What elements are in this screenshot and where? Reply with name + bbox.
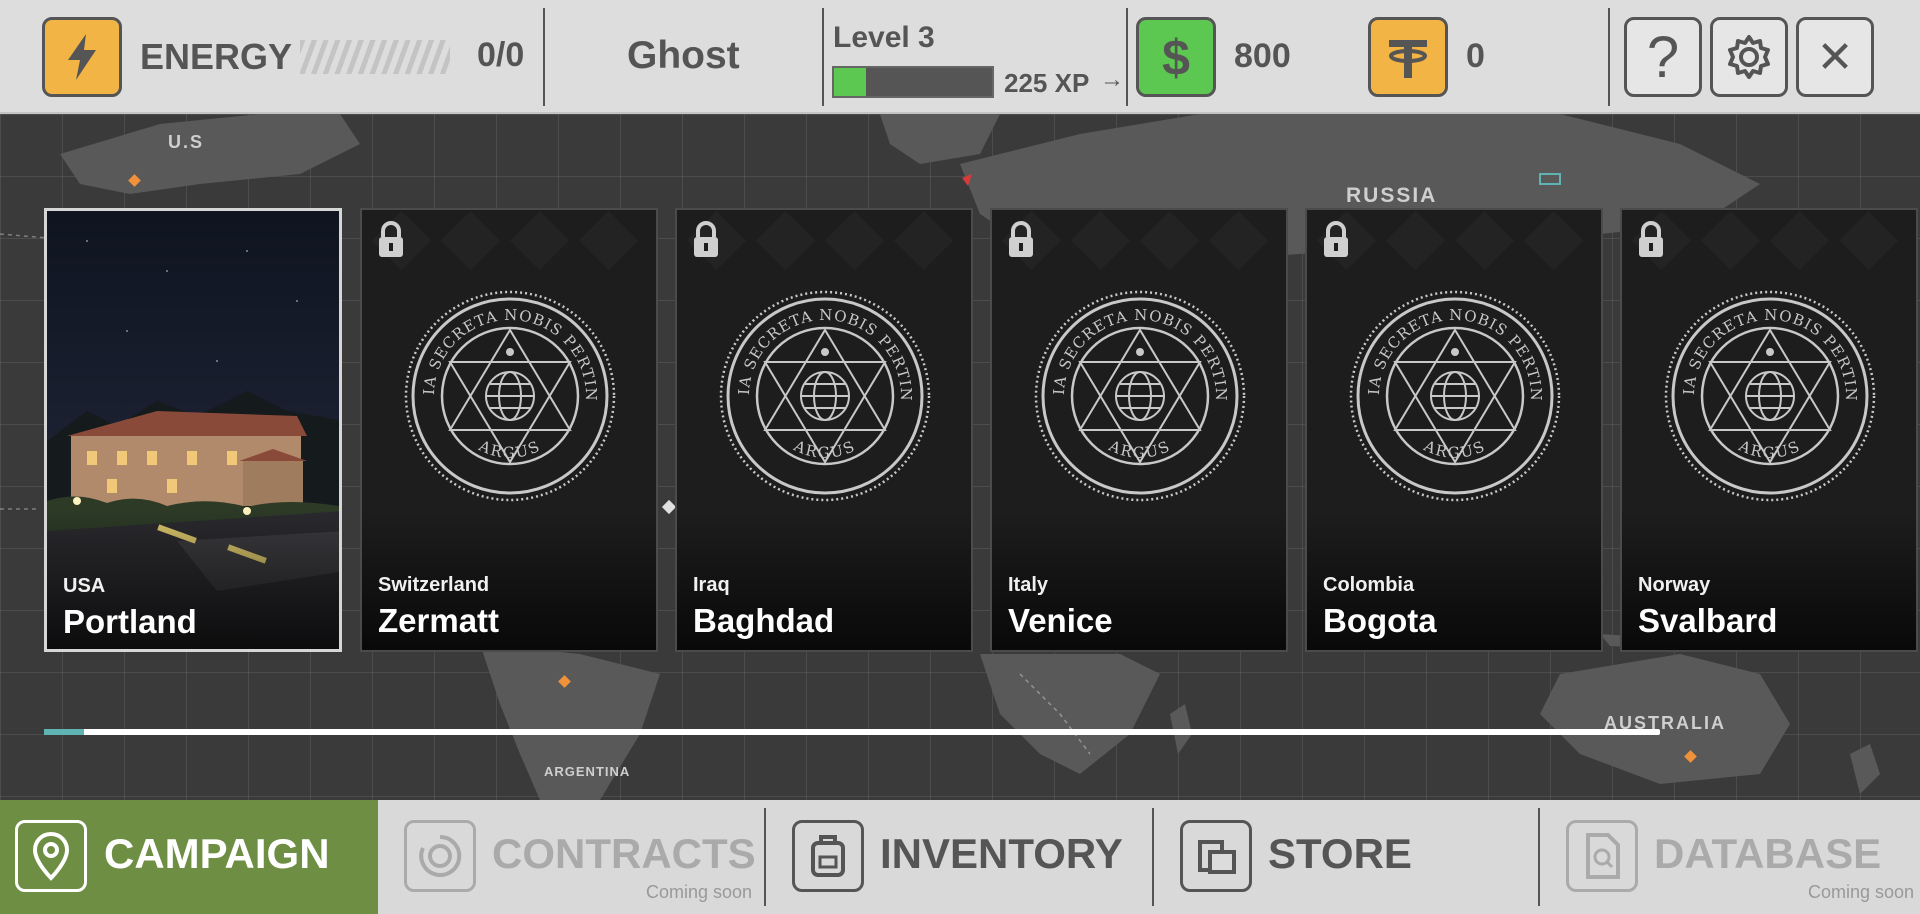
mission-scrollbar-track[interactable] xyxy=(44,729,1660,735)
energy-button[interactable] xyxy=(42,17,122,97)
mission-city: Zermatt xyxy=(378,602,500,639)
tether-value: 0 xyxy=(1466,37,1485,75)
xp-progress-bar xyxy=(832,66,994,98)
argus-seal-emblem: OMNIA SECRETA NOBIS PERTINENT ARGUS xyxy=(404,290,616,502)
svg-text:OMNIA SECRETA NOBIS PERTINENT: OMNIA SECRETA NOBIS PERTINENT xyxy=(1664,290,1860,402)
lock-icon xyxy=(1639,221,1663,257)
mission-city: Venice xyxy=(1008,602,1113,639)
nav-store-label: STORE xyxy=(1268,830,1412,877)
lightning-icon xyxy=(68,34,96,80)
energy-label: ENERGY xyxy=(140,36,293,77)
mission-country: Switzerland xyxy=(378,574,490,596)
tether-button[interactable] xyxy=(1368,17,1448,97)
bottom-nav: CAMPAIGN CONTRACTS Coming soon INVENTORY xyxy=(0,800,1920,914)
cash-value: 800 xyxy=(1234,37,1291,75)
svg-text:OMNIA SECRETA NOBIS PERTINENT: OMNIA SECRETA NOBIS PERTINENT xyxy=(1034,290,1230,402)
game-screen: ENERGY 0/0 Ghost Level 3 225 XP → $ 800 … xyxy=(0,0,1920,914)
top-bar: ENERGY 0/0 Ghost Level 3 225 XP → $ 800 … xyxy=(0,0,1920,114)
nav-database-label: DATABASE xyxy=(1654,830,1882,877)
svg-text:OMNIA SECRETA NOBIS PERTINENT: OMNIA SECRETA NOBIS PERTINENT xyxy=(404,290,600,402)
database-icon xyxy=(1566,820,1638,892)
svg-text:ARGUS: ARGUS xyxy=(1735,436,1804,462)
close-button[interactable]: ✕ xyxy=(1796,17,1874,97)
mission-card-venice[interactable]: OMNIA SECRETA NOBIS PERTINENT ARGUS Ital… xyxy=(990,208,1288,652)
argus-seal-emblem: OMNIA SECRETA NOBIS PERTINENT ARGUS xyxy=(1664,290,1876,502)
svg-text:ARGUS: ARGUS xyxy=(1105,436,1174,462)
xp-text: 225 XP xyxy=(1004,68,1090,98)
player-name: Ghost xyxy=(627,34,740,77)
nav-campaign-label: CAMPAIGN xyxy=(104,830,330,877)
energy-meter xyxy=(300,40,450,74)
mission-country: Colombia xyxy=(1323,574,1415,596)
map-label-us: U.S xyxy=(168,132,205,152)
help-button[interactable]: ? xyxy=(1624,17,1702,97)
nav-store[interactable]: STORE xyxy=(1152,800,1538,914)
mission-card-zermatt[interactable]: OMNIA SECRETA NOBIS PERTINENT ARGUS Swit… xyxy=(360,208,658,652)
argus-seal-emblem: OMNIA SECRETA NOBIS PERTINENT ARGUS xyxy=(719,290,931,502)
mission-city: Svalbard xyxy=(1638,602,1778,639)
dollar-icon: $ xyxy=(1162,30,1190,85)
mission-card-portland[interactable]: USA Portland xyxy=(44,208,342,652)
svg-text:$: $ xyxy=(1162,30,1190,85)
backpack-icon xyxy=(792,820,864,892)
mission-country: Norway xyxy=(1638,574,1711,596)
mission-card-svalbard[interactable]: OMNIA SECRETA NOBIS PERTINENT ARGUS Norw… xyxy=(1620,208,1918,652)
nav-campaign[interactable]: CAMPAIGN xyxy=(0,800,378,914)
mission-country: Iraq xyxy=(693,574,730,596)
svg-text:OMNIA SECRETA NOBIS PERTINENT: OMNIA SECRETA NOBIS PERTINENT xyxy=(1349,290,1545,402)
svg-text:ARGUS: ARGUS xyxy=(475,436,544,462)
tether-icon xyxy=(1389,40,1427,78)
contracts-coming-soon: Coming soon xyxy=(646,882,753,902)
mission-city: Baghdad xyxy=(693,602,835,639)
mission-card-bogota[interactable]: OMNIA SECRETA NOBIS PERTINENT ARGUS Colo… xyxy=(1305,208,1603,652)
xp-arrow-icon: → xyxy=(1100,66,1124,93)
lock-icon xyxy=(1009,221,1033,257)
cash-button[interactable]: $ xyxy=(1136,17,1216,97)
gear-icon xyxy=(1728,35,1770,79)
svg-text:ARGUS: ARGUS xyxy=(1420,436,1489,462)
svg-text:ARGUS: ARGUS xyxy=(790,436,859,462)
lock-icon xyxy=(694,221,718,257)
close-icon: ✕ xyxy=(1816,32,1854,82)
lock-icon xyxy=(1324,221,1348,257)
nav-inventory[interactable]: INVENTORY xyxy=(764,800,1152,914)
mission-city: Bogota xyxy=(1323,602,1437,639)
mission-scrollbar-thumb[interactable] xyxy=(44,729,84,735)
database-coming-soon: Coming soon xyxy=(1808,882,1915,902)
argus-seal-emblem: OMNIA SECRETA NOBIS PERTINENT ARGUS xyxy=(1034,290,1246,502)
settings-button[interactable] xyxy=(1710,17,1788,97)
mission-card-baghdad[interactable]: OMNIA SECRETA NOBIS PERTINENT ARGUS Iraq… xyxy=(675,208,973,652)
nav-contracts-label: CONTRACTS xyxy=(492,830,756,877)
xp-progress-fill xyxy=(834,68,866,96)
mission-city: Portland xyxy=(63,603,197,640)
contracts-icon xyxy=(404,820,476,892)
mission-country: Italy xyxy=(1008,574,1049,596)
lock-icon xyxy=(379,221,403,257)
mission-country: USA xyxy=(63,575,106,597)
map-pin-icon xyxy=(15,820,87,892)
map-label-argentina: ARGENTINA xyxy=(544,764,631,779)
level-label: Level 3 xyxy=(833,21,935,54)
svg-text:OMNIA SECRETA NOBIS PERTINENT: OMNIA SECRETA NOBIS PERTINENT xyxy=(719,290,915,402)
store-icon xyxy=(1180,820,1252,892)
energy-value: 0/0 xyxy=(477,36,525,74)
argus-seal-emblem: OMNIA SECRETA NOBIS PERTINENT ARGUS xyxy=(1349,290,1561,502)
nav-inventory-label: INVENTORY xyxy=(880,830,1123,877)
map-label-russia: RUSSIA xyxy=(1346,184,1438,207)
help-icon: ? xyxy=(1646,24,1680,90)
